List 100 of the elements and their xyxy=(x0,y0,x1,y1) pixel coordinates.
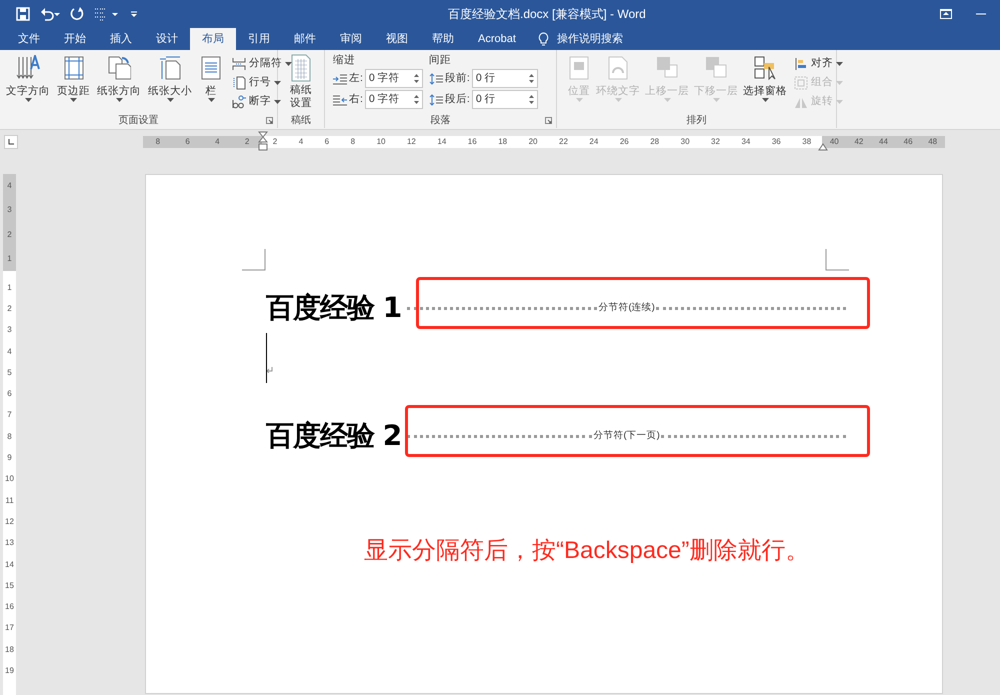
ruler-number: 46 xyxy=(904,138,913,146)
dialog-launcher-icon[interactable] xyxy=(266,117,273,124)
ruler-number: 44 xyxy=(879,138,888,146)
caret-icon xyxy=(116,98,122,102)
ribbon-tab[interactable]: 文件 xyxy=(6,28,52,50)
indent-marker-icon[interactable] xyxy=(818,143,828,151)
picture-frame-icon xyxy=(567,55,591,81)
group-label: 稿纸 xyxy=(291,114,311,128)
ruler-number: 28 xyxy=(650,138,660,146)
ruler-number: 16 xyxy=(5,603,14,612)
ruler-number: 10 xyxy=(5,475,14,484)
ribbon-button[interactable]: 页边距 xyxy=(55,52,92,112)
ruler-number: 17 xyxy=(5,624,14,632)
caret-icon xyxy=(664,98,670,102)
ruler-number: 22 xyxy=(559,138,568,146)
ribbon-button[interactable]: 分隔符 xyxy=(232,54,292,73)
ribbon-tab[interactable]: Acrobat xyxy=(466,28,528,50)
customize-icon[interactable] xyxy=(130,9,138,19)
indent-marker-icon[interactable] xyxy=(258,131,268,153)
ruler-number: 40 xyxy=(830,138,839,146)
ruler-number: 3 xyxy=(7,206,12,214)
section-label: 缩进 xyxy=(333,53,356,67)
ribbon-button[interactable]: 栏 xyxy=(197,52,225,112)
ruler-number: 20 xyxy=(528,138,538,146)
spin-arrows-icon xyxy=(528,73,534,84)
spin-arrows-icon xyxy=(414,73,419,84)
ruler-number: 8 xyxy=(350,138,356,146)
caret-icon xyxy=(24,98,32,102)
save-icon[interactable] xyxy=(16,7,30,21)
section-label: 间距 xyxy=(428,53,452,67)
ruler-number: 2 xyxy=(7,230,12,239)
caret-icon xyxy=(836,62,843,66)
ruler-number: 48 xyxy=(928,138,938,146)
caret-icon xyxy=(274,80,281,84)
ribbon-button[interactable]: 选择窗格 xyxy=(741,52,789,112)
lightbulb-icon[interactable] xyxy=(538,32,549,46)
page-size-icon xyxy=(158,55,182,81)
ribbon-tab[interactable]: 引用 xyxy=(236,28,282,50)
tell-me-search[interactable]: 操作说明搜索 xyxy=(556,30,623,48)
ribbon-button[interactable]: 纸张方向 xyxy=(95,52,143,112)
ruler-number: 2 xyxy=(244,138,250,146)
ribbon-button[interactable]: 纸张大小 xyxy=(146,52,194,112)
group-label: 页面设置 xyxy=(118,114,158,128)
ruler-number: 16 xyxy=(468,138,477,146)
spacing-before-icon xyxy=(428,72,443,84)
ribbon-tab[interactable]: 开始 xyxy=(52,28,98,50)
ribbon-tab[interactable]: 布局 xyxy=(190,28,236,50)
ribbon-button[interactable]: 稿纸设置 xyxy=(289,54,313,113)
field-label: 段后: xyxy=(444,92,470,107)
ruler-number: 1 xyxy=(7,284,12,292)
ribbon-display-icon[interactable] xyxy=(940,9,952,19)
ruler-number: 36 xyxy=(772,138,781,146)
heading: 百度经验 1 xyxy=(266,290,402,326)
spin-field[interactable]: 0 字符 xyxy=(364,90,423,109)
field-label: 左: xyxy=(349,70,363,86)
caret-icon xyxy=(576,98,582,102)
tab-selector-icon[interactable] xyxy=(4,135,18,149)
ruler-number: 12 xyxy=(5,518,14,526)
redo-icon[interactable] xyxy=(70,7,84,21)
ruler-number: 19 xyxy=(5,666,14,675)
heading: 百度经验 2 xyxy=(266,418,402,454)
ribbon-button[interactable]: 对齐 xyxy=(794,54,843,73)
ribbon-tab[interactable]: 视图 xyxy=(374,28,420,50)
ruler-number: 8 xyxy=(156,138,160,146)
hyphenation-icon xyxy=(232,94,246,108)
margin-corner-mark xyxy=(242,249,266,271)
field-label: 段前: xyxy=(444,70,470,86)
ribbon-tab[interactable]: 设计 xyxy=(144,28,190,50)
document-grid-icon xyxy=(290,54,312,82)
ruler-number: 26 xyxy=(620,138,629,146)
page-orientation-icon xyxy=(107,55,131,81)
ribbon-tab[interactable]: 邮件 xyxy=(282,28,328,50)
annotation-text: 显示分隔符后，按“Backspace”删除就行。 xyxy=(364,536,810,566)
align-icon xyxy=(794,56,808,70)
ribbon-tab[interactable]: 帮助 xyxy=(420,28,466,50)
ruler-number: 2 xyxy=(7,304,12,313)
dialog-launcher-icon[interactable] xyxy=(545,117,552,124)
spin-arrows-icon xyxy=(414,94,419,105)
paragraph-mark-icon xyxy=(266,367,273,373)
ruler-number: 24 xyxy=(589,138,598,146)
ribbon-tab[interactable]: 插入 xyxy=(98,28,144,50)
ruler-number: 4 xyxy=(7,348,12,356)
ribbon-button[interactable]: 文字方向 xyxy=(4,52,52,112)
spin-field[interactable]: 0 行 xyxy=(472,90,538,109)
ruler-number: 4 xyxy=(215,138,220,146)
ruler-number: 4 xyxy=(7,182,12,190)
caret-icon xyxy=(208,98,214,102)
caret-icon xyxy=(836,100,843,104)
group-icon xyxy=(794,76,808,90)
spin-field[interactable]: 0 行 xyxy=(472,69,538,88)
undo-icon[interactable] xyxy=(40,7,60,21)
ruler-number: 4 xyxy=(298,138,304,146)
ribbon-tab[interactable]: 审阅 xyxy=(328,28,374,50)
ruler-number: 6 xyxy=(7,390,12,398)
text-direction-icon xyxy=(16,55,40,81)
margins-icon xyxy=(62,55,86,81)
indent-right-icon xyxy=(333,94,347,106)
ruler-number: 7 xyxy=(7,411,12,420)
section-break-line: 分节符(下一页) xyxy=(407,428,846,444)
spin-field[interactable]: 0 字符 xyxy=(364,69,423,88)
